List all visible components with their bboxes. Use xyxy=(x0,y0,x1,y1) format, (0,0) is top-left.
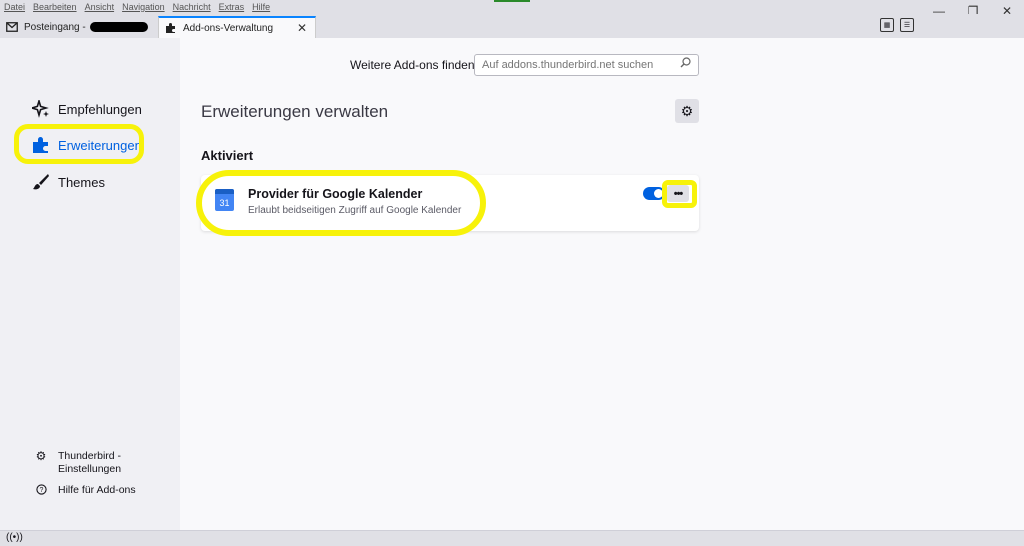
addons-help-link[interactable]: ? Hilfe für Add-ons xyxy=(34,484,136,498)
mail-icon xyxy=(6,21,18,33)
svg-text:?: ? xyxy=(39,487,43,494)
menu-navigation[interactable]: Navigation xyxy=(122,2,165,12)
menu-bearbeiten[interactable]: Bearbeiten xyxy=(33,2,77,12)
menu-datei[interactable]: Datei xyxy=(4,2,25,12)
sidebar: Empfehlungen Erweiterungen Themes ⚙ Thun… xyxy=(0,38,180,530)
tab-label: Posteingang - xyxy=(24,21,86,33)
menu-extras[interactable]: Extras xyxy=(219,2,245,12)
status-bar: ((•)) xyxy=(0,530,1024,546)
redacted-account-name xyxy=(89,22,148,32)
highlight-addon-annotation xyxy=(196,170,486,236)
menu-nachricht[interactable]: Nachricht xyxy=(173,2,211,12)
title-accent-mark xyxy=(494,0,530,2)
highlight-extensions-annotation xyxy=(14,124,144,164)
tab-posteingang[interactable]: Posteingang - xyxy=(0,16,156,38)
tab-bar: Posteingang - Add-ons-Verwaltung ✕ ▦ ☰ xyxy=(0,14,1024,38)
sidebar-item-label: Themes xyxy=(58,174,105,190)
sidebar-item-recommendations[interactable]: Empfehlungen xyxy=(32,100,142,118)
find-more-addons-label: Weitere Add-ons finden xyxy=(350,58,475,72)
tab-addons-manager[interactable]: Add-ons-Verwaltung ✕ xyxy=(158,16,316,38)
sidebar-item-label: Empfehlungen xyxy=(58,101,142,117)
menu-ansicht[interactable]: Ansicht xyxy=(85,2,115,12)
sidebar-item-themes[interactable]: Themes xyxy=(32,173,105,191)
menu-hilfe[interactable]: Hilfe xyxy=(252,2,270,12)
thunderbird-settings-link[interactable]: ⚙ Thunderbird - Einstellungen xyxy=(34,450,121,476)
search-icon xyxy=(680,57,691,71)
section-heading-enabled: Aktiviert xyxy=(201,148,254,163)
brush-icon xyxy=(32,173,50,191)
tab-label: Add-ons-Verwaltung xyxy=(183,22,274,34)
tab-toolbar-icons: ▦ ☰ xyxy=(880,18,914,32)
help-icon: ? xyxy=(34,484,48,498)
gear-icon: ⚙ xyxy=(680,102,694,119)
gear-icon: ⚙ xyxy=(35,449,47,463)
settings-label: Thunderbird - Einstellungen xyxy=(58,450,122,475)
menu-bar: Datei Bearbeiten Ansicht Navigation Nach… xyxy=(0,0,1024,14)
close-tab-icon[interactable]: ✕ xyxy=(297,21,307,35)
highlight-more-button-annotation xyxy=(662,180,697,208)
addons-search-input[interactable] xyxy=(474,54,699,76)
main-content: Weitere Add-ons finden Erweiterungen ver… xyxy=(180,38,1024,530)
page-title: Erweiterungen verwalten xyxy=(201,102,389,121)
calendar-icon[interactable]: ▦ xyxy=(880,18,894,32)
puzzle-icon xyxy=(165,22,177,34)
sparkle-icon xyxy=(32,100,50,118)
help-label: Hilfe für Add-ons xyxy=(58,484,136,496)
online-status-icon[interactable]: ((•)) xyxy=(6,532,23,543)
tools-gear-button[interactable]: ⚙ xyxy=(675,99,699,123)
tasks-icon[interactable]: ☰ xyxy=(900,18,914,32)
